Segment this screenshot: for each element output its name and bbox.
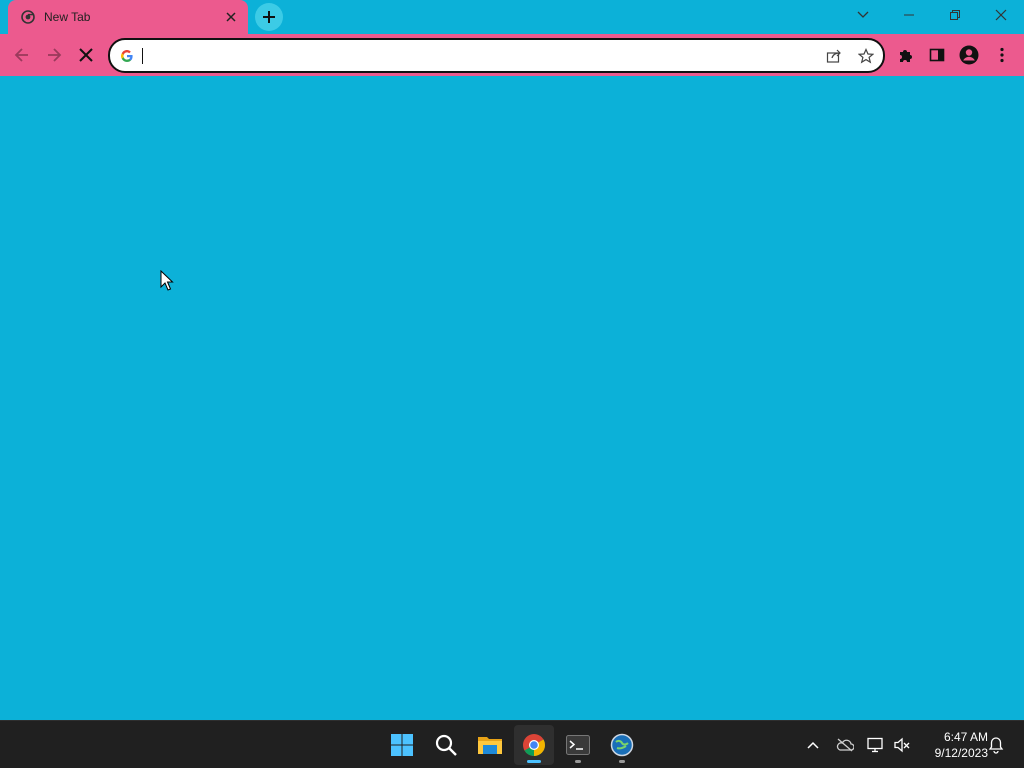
running-app-indicator [575, 760, 581, 763]
extensions-button[interactable] [892, 41, 920, 69]
chrome-newtab-icon [21, 10, 35, 24]
back-arrow-icon [14, 48, 28, 62]
minimize-icon [904, 14, 914, 16]
profile-avatar-icon [959, 45, 979, 65]
address-bar[interactable] [108, 38, 885, 73]
notifications-button[interactable] [986, 735, 1006, 755]
windows-taskbar: 6:47 AM 9/12/2023 [0, 720, 1024, 768]
browser-toolbar [0, 34, 1024, 76]
terminal-taskbar-button[interactable] [558, 725, 598, 765]
show-hidden-icons-button[interactable] [803, 735, 823, 755]
desktop-screen: New Tab 6:47 AM 9/12/2023 [0, 0, 1024, 768]
kebab-menu-icon [1000, 47, 1004, 63]
close-icon [995, 9, 1007, 21]
google-g-icon [121, 50, 133, 62]
forward-button[interactable] [40, 41, 68, 69]
search-icon [435, 734, 457, 756]
extensions-puzzle-icon [900, 50, 912, 62]
clock-time: 6:47 AM [943, 730, 988, 744]
file-explorer-button[interactable] [470, 725, 510, 765]
tab-strip: New Tab [0, 0, 1024, 34]
tab-new-tab[interactable]: New Tab [8, 0, 248, 34]
stop-loading-button[interactable] [72, 41, 100, 69]
plus-icon [263, 11, 275, 23]
side-panel-button[interactable] [923, 41, 951, 69]
share-button[interactable] [824, 46, 844, 66]
profile-button[interactable] [955, 41, 983, 69]
chrome-icon [523, 734, 545, 756]
taskbar-clock[interactable]: 6:47 AM 9/12/2023 [918, 729, 988, 761]
chevron-up-icon [807, 741, 819, 749]
taskbar-search-button[interactable] [426, 725, 466, 765]
volume-muted-icon [894, 737, 910, 753]
clock-date: 9/12/2023 [934, 746, 988, 760]
volume-button[interactable] [892, 735, 912, 755]
onedrive-button[interactable] [835, 735, 855, 755]
share-icon [826, 49, 841, 63]
chrome-menu-button[interactable] [988, 41, 1016, 69]
notification-bell-icon [988, 737, 1004, 754]
close-tab-icon[interactable] [224, 10, 238, 24]
windows-start-icon [391, 734, 413, 756]
running-app-indicator [619, 760, 625, 763]
bookmark-star-icon [858, 48, 874, 64]
restore-icon [950, 10, 960, 20]
mouse-pointer-icon [160, 270, 174, 291]
side-panel-icon [929, 48, 945, 62]
app-taskbar-button[interactable] [602, 725, 642, 765]
app-globe-icon [610, 733, 634, 757]
text-caret [142, 48, 143, 64]
chrome-taskbar-button[interactable] [514, 725, 554, 765]
window-close-button[interactable] [978, 0, 1024, 30]
terminal-icon [566, 735, 590, 755]
page-content [0, 76, 1024, 720]
restore-button[interactable] [932, 0, 978, 30]
minimize-button[interactable] [886, 0, 932, 30]
start-button[interactable] [382, 725, 422, 765]
forward-arrow-icon [48, 48, 62, 62]
network-button[interactable] [866, 735, 886, 755]
network-icon [867, 737, 883, 753]
onedrive-offline-icon [836, 738, 854, 752]
stop-x-icon [79, 48, 93, 62]
file-explorer-icon [478, 737, 502, 754]
active-app-indicator [527, 760, 541, 763]
tab-title: New Tab [44, 10, 91, 24]
tab-search-button[interactable] [840, 0, 886, 30]
address-input[interactable] [142, 44, 806, 68]
new-tab-button[interactable] [255, 3, 283, 31]
chevron-down-icon [857, 11, 869, 18]
bookmark-button[interactable] [856, 46, 876, 66]
back-button[interactable] [8, 41, 36, 69]
